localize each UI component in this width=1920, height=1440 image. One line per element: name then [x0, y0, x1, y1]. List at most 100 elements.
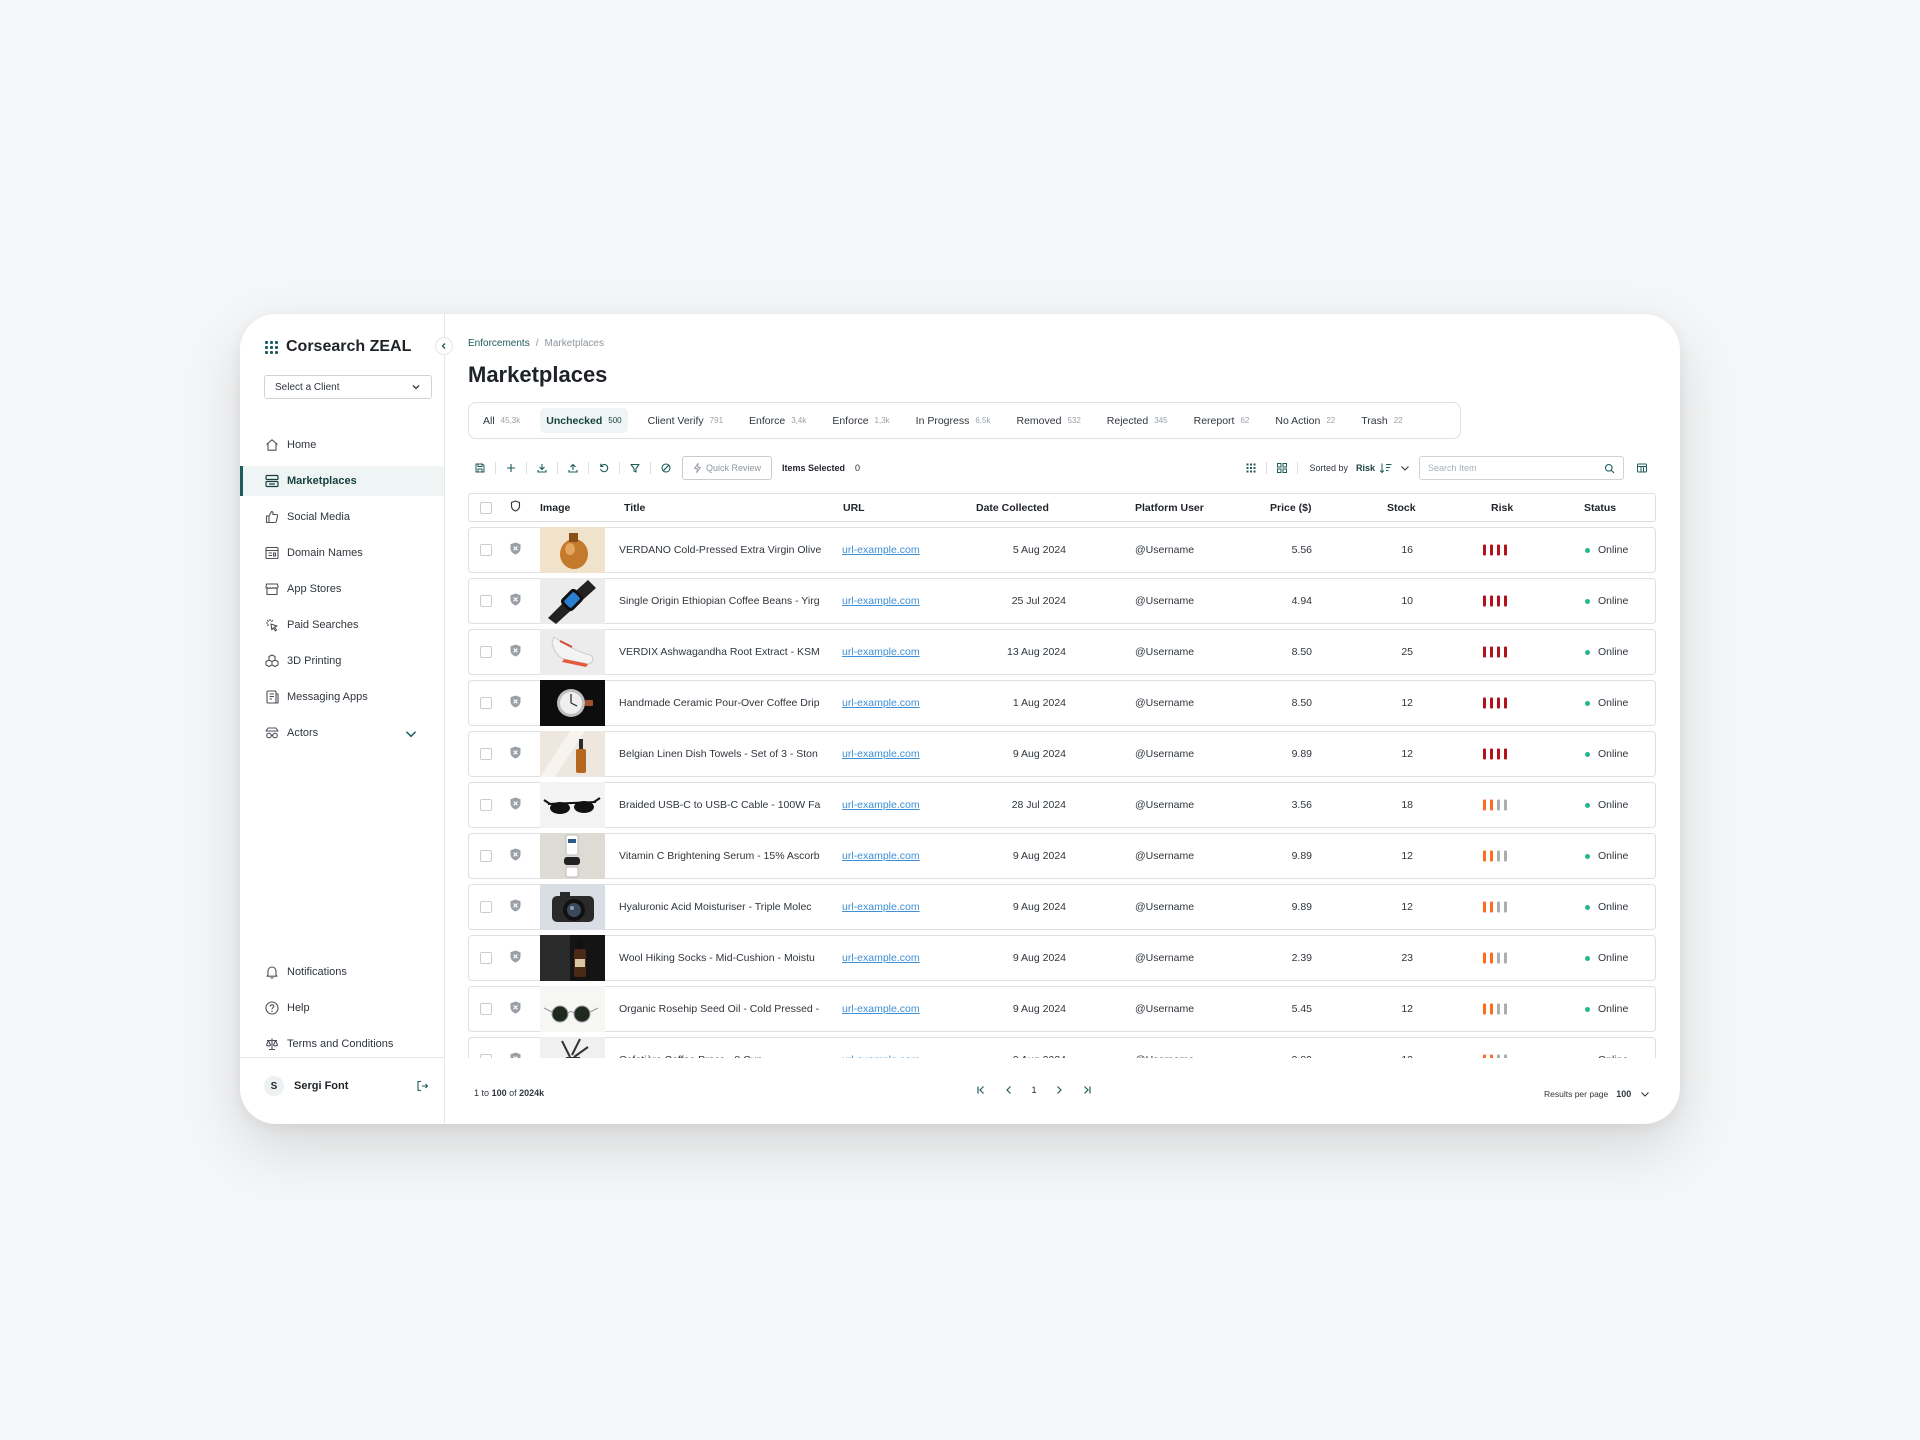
table-row[interactable]: Handmade Ceramic Pour-Over Coffee Drip u… — [468, 680, 1656, 726]
row-url-link[interactable]: url-example.com — [842, 1003, 920, 1015]
table-row[interactable]: Single Origin Ethiopian Coffee Beans - Y… — [468, 578, 1656, 624]
row-url-link[interactable]: url-example.com — [842, 697, 920, 709]
product-image[interactable] — [540, 629, 605, 675]
logout-icon[interactable] — [415, 1079, 429, 1093]
column-header-platform-user[interactable]: Platform User — [1135, 502, 1204, 514]
sidebar-item-home[interactable]: Home — [240, 430, 444, 460]
sidebar-item-paid-searches[interactable]: Paid Searches — [240, 610, 444, 640]
table-row[interactable]: Organic Rosehip Seed Oil - Cold Pressed … — [468, 986, 1656, 1032]
shield-x-icon[interactable] — [509, 899, 522, 916]
download-button[interactable] — [530, 456, 554, 480]
table-row[interactable]: VERDANO Cold-Pressed Extra Virgin Olive … — [468, 527, 1656, 573]
row-checkbox[interactable] — [480, 901, 492, 913]
table-row[interactable]: VERDIX Ashwagandha Root Extract - KSM ur… — [468, 629, 1656, 675]
table-row[interactable]: Cafetière Coffee Press - 8 Cup url-examp… — [468, 1037, 1656, 1058]
tab-unchecked[interactable]: Unchecked 500 — [540, 408, 628, 433]
shield-x-icon[interactable] — [509, 542, 522, 559]
row-checkbox[interactable] — [480, 1003, 492, 1015]
chevron-down-icon[interactable] — [1399, 462, 1411, 474]
save-view-button[interactable] — [468, 456, 492, 480]
sidebar-item-social-media[interactable]: Social Media — [240, 502, 444, 532]
first-page-button[interactable] — [971, 1080, 991, 1100]
table-row[interactable]: Braided USB-C to USB-C Cable - 100W Fa u… — [468, 782, 1656, 828]
select-all-checkbox[interactable] — [480, 501, 492, 514]
tab-removed[interactable]: Removed 532 — [1010, 408, 1086, 433]
row-url-link[interactable]: url-example.com — [842, 952, 920, 964]
shield-x-icon[interactable] — [509, 797, 522, 814]
tab-enforce-2[interactable]: Enforce 1,3k — [826, 408, 895, 433]
tab-client-verify[interactable]: Client Verify 791 — [642, 408, 729, 433]
row-checkbox[interactable] — [480, 544, 492, 556]
product-image[interactable] — [540, 782, 605, 828]
add-button[interactable] — [499, 456, 523, 480]
column-settings-button[interactable] — [1630, 456, 1654, 480]
row-checkbox[interactable] — [480, 748, 492, 760]
tab-trash[interactable]: Trash 22 — [1355, 408, 1408, 433]
row-checkbox[interactable] — [480, 850, 492, 862]
row-url-link[interactable]: url-example.com — [842, 850, 920, 862]
column-header-status[interactable]: Status — [1584, 502, 1616, 514]
column-header-image[interactable]: Image — [540, 502, 570, 514]
tab-all[interactable]: All 45,3k — [477, 408, 526, 433]
sorted-by-value[interactable]: Risk — [1356, 463, 1375, 473]
row-checkbox[interactable] — [480, 1054, 492, 1058]
product-image[interactable] — [540, 680, 605, 726]
row-url-link[interactable]: url-example.com — [842, 595, 920, 607]
sidebar-item-actors[interactable]: Actors — [240, 718, 444, 748]
row-checkbox[interactable] — [480, 697, 492, 709]
shield-x-icon[interactable] — [509, 1001, 522, 1018]
sidebar-item-terms[interactable]: Terms and Conditions — [240, 1029, 444, 1059]
avatar[interactable]: S — [264, 1076, 284, 1096]
table-row[interactable]: Vitamin C Brightening Serum - 15% Ascorb… — [468, 833, 1656, 879]
column-header-risk[interactable]: Risk — [1491, 502, 1513, 514]
sidebar-item-help[interactable]: Help — [240, 993, 444, 1023]
breadcrumb-link[interactable]: Enforcements — [468, 338, 530, 349]
row-checkbox[interactable] — [480, 952, 492, 964]
list-view-button[interactable] — [1239, 456, 1263, 480]
product-image[interactable] — [540, 731, 605, 777]
current-page[interactable]: 1 — [1027, 1085, 1041, 1095]
shield-x-icon[interactable] — [509, 593, 522, 610]
quick-review-button[interactable]: Quick Review — [682, 456, 773, 480]
table-row[interactable]: Belgian Linen Dish Towels - Set of 3 - S… — [468, 731, 1656, 777]
shield-x-icon[interactable] — [509, 1052, 522, 1058]
sort-descending-icon[interactable] — [1379, 462, 1393, 474]
column-header-stock[interactable]: Stock — [1387, 502, 1416, 514]
column-header-title[interactable]: Title — [624, 502, 645, 514]
row-url-link[interactable]: url-example.com — [842, 1054, 920, 1058]
collapse-sidebar-button[interactable] — [435, 337, 453, 355]
search-icon[interactable] — [1604, 463, 1615, 474]
table-row[interactable]: Wool Hiking Socks - Mid-Cushion - Moistu… — [468, 935, 1656, 981]
sidebar-item-messaging-apps[interactable]: Messaging Apps — [240, 682, 444, 712]
shield-x-icon[interactable] — [509, 848, 522, 865]
column-header-url[interactable]: URL — [843, 502, 865, 514]
tab-in-progress[interactable]: In Progress 6,5k — [910, 408, 997, 433]
shield-x-icon[interactable] — [509, 950, 522, 967]
next-page-button[interactable] — [1049, 1080, 1069, 1100]
table-row[interactable]: Hyaluronic Acid Moisturiser - Triple Mol… — [468, 884, 1656, 930]
product-image[interactable] — [540, 986, 605, 1032]
product-image[interactable] — [540, 833, 605, 879]
shield-x-icon[interactable] — [509, 644, 522, 661]
product-image[interactable] — [540, 578, 605, 624]
row-url-link[interactable]: url-example.com — [842, 901, 920, 913]
sidebar-item-notifications[interactable]: Notifications — [240, 957, 444, 987]
upload-button[interactable] — [561, 456, 585, 480]
sidebar-item-app-stores[interactable]: App Stores — [240, 574, 444, 604]
sidebar-item-3d-printing[interactable]: 3D Printing — [240, 646, 444, 676]
tab-no-action[interactable]: No Action 22 — [1269, 408, 1341, 433]
filter-button[interactable] — [623, 456, 647, 480]
client-select[interactable]: Select a Client — [264, 375, 432, 399]
results-per-page[interactable]: Results per page 100 — [1544, 1088, 1651, 1100]
product-image[interactable] — [540, 935, 605, 981]
product-image[interactable] — [540, 1037, 605, 1058]
tab-rejected[interactable]: Rejected 345 — [1101, 408, 1174, 433]
chevron-down-icon[interactable] — [403, 726, 419, 742]
column-header-date[interactable]: Date Collected — [976, 502, 1049, 514]
row-url-link[interactable]: url-example.com — [842, 748, 920, 760]
last-page-button[interactable] — [1077, 1080, 1097, 1100]
tab-enforce[interactable]: Enforce 3,4k — [743, 408, 812, 433]
grid-view-button[interactable] — [1270, 456, 1294, 480]
row-checkbox[interactable] — [480, 799, 492, 811]
brand[interactable]: Corsearch ZEAL — [265, 338, 411, 356]
